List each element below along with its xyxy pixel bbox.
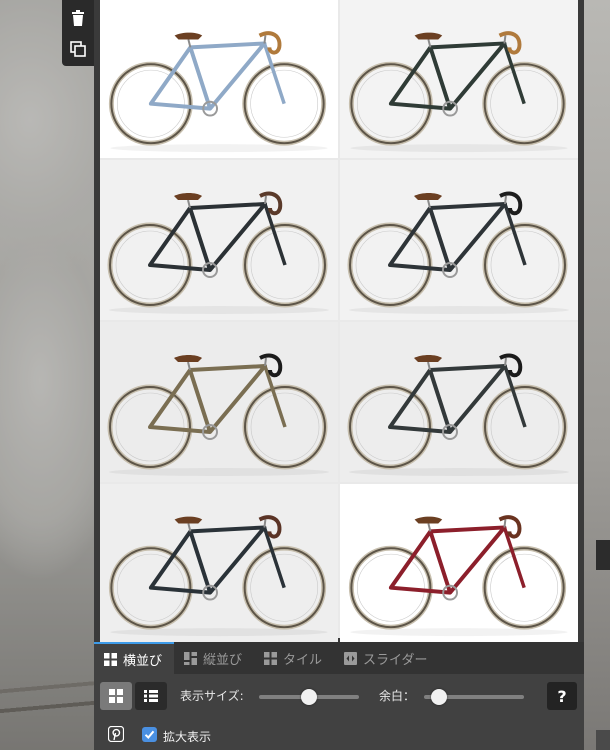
display-size-label: 表示サイズ: — [180, 689, 244, 703]
duplicate-button[interactable] — [68, 39, 88, 59]
bicycle-image — [107, 353, 329, 476]
tab-label: 横並び — [123, 653, 163, 669]
gallery-image[interactable] — [100, 484, 338, 642]
gallery-image[interactable] — [340, 0, 578, 158]
gallery-image[interactable] — [340, 322, 578, 482]
checkmark-icon — [144, 730, 155, 739]
pinterest-icon — [107, 725, 125, 743]
tab-vertical[interactable]: 縦並び — [174, 642, 254, 674]
gallery-image[interactable] — [100, 160, 338, 320]
bicycle-image — [108, 515, 328, 637]
tab-label: スライダー — [363, 652, 428, 668]
bicycle-image — [347, 191, 569, 314]
list-view-button[interactable] — [135, 682, 167, 710]
bicycle-image — [107, 191, 329, 314]
gallery-image[interactable] — [100, 0, 338, 158]
options-bar: 拡大表示 — [94, 718, 584, 750]
tab-slider[interactable]: スライダー — [334, 642, 439, 674]
tab-horizontal[interactable]: 横並び — [94, 642, 175, 674]
side-scroll-handle — [596, 540, 610, 570]
margin-slider-thumb[interactable] — [431, 689, 447, 705]
block-toolbar — [62, 0, 94, 66]
layout-tabs: 横並び 縦並び タイル スライダー — [94, 642, 584, 674]
bicycle-image — [348, 31, 568, 153]
tile-icon — [264, 651, 278, 665]
side-scroll-handle-bottom — [596, 730, 610, 750]
bicycle-image — [348, 515, 568, 637]
bicycle-image — [347, 353, 569, 476]
masonry-icon — [184, 651, 198, 665]
slider-icon — [344, 651, 358, 665]
display-size-slider[interactable] — [259, 689, 359, 705]
gallery-image[interactable] — [340, 484, 578, 642]
grid-view-icon — [109, 689, 123, 703]
image-grid — [100, 0, 578, 642]
gallery-panel: 横並び 縦並び タイル スライダー 表示サイズ: 余白： ? 拡大表示 — [94, 0, 584, 750]
grid-icon — [104, 652, 117, 666]
grid-view-button[interactable] — [100, 682, 132, 710]
background-rail — [0, 660, 95, 750]
tab-label: 縦並び — [203, 652, 243, 668]
tab-tile[interactable]: タイル — [254, 642, 334, 674]
gallery-image[interactable] — [340, 160, 578, 320]
bicycle-image — [108, 31, 328, 153]
tab-label: タイル — [283, 652, 323, 668]
display-size-slider-thumb[interactable] — [301, 689, 317, 705]
pinterest-button[interactable] — [107, 725, 125, 743]
controls-bar: 表示サイズ: 余白： ? — [94, 674, 584, 718]
margin-label: 余白： — [379, 689, 416, 703]
list-view-icon — [144, 690, 158, 702]
delete-button[interactable] — [68, 8, 88, 28]
gallery-image[interactable] — [100, 322, 338, 482]
help-button[interactable]: ? — [547, 682, 577, 710]
trash-icon — [72, 10, 84, 26]
zoom-checkbox[interactable] — [142, 727, 157, 742]
right-background-edge — [584, 0, 610, 750]
zoom-label: 拡大表示 — [163, 730, 212, 744]
margin-slider[interactable] — [424, 689, 524, 705]
duplicate-icon — [70, 41, 86, 57]
